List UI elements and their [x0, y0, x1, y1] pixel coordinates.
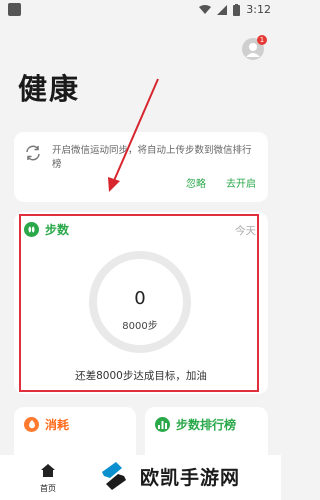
nav-home[interactable]: 首页	[28, 462, 68, 494]
rank-card-title: 步数排行榜	[176, 418, 237, 432]
avatar[interactable]: 1	[242, 35, 267, 60]
battery-icon	[233, 3, 241, 16]
page-title: 健康	[18, 72, 81, 106]
burn-card-header: 消耗	[24, 416, 69, 433]
ignore-button[interactable]: 忽略	[186, 175, 206, 190]
notification-badge: 1	[257, 35, 267, 45]
wechat-sync-card: 开启微信运动同步，将自动上传步数到微信排行榜 忽略 去开启	[14, 132, 268, 202]
home-icon	[41, 464, 55, 477]
signal-icon	[217, 4, 228, 15]
status-bar: 3:12	[0, 0, 281, 22]
watermark-text: 欧凯手游网	[140, 466, 241, 489]
leaderboard-icon	[155, 417, 170, 432]
watermark-logo	[102, 462, 126, 490]
flame-icon	[24, 417, 39, 432]
wifi-icon	[199, 4, 212, 14]
status-time: 3:12	[246, 3, 271, 16]
watermark: 欧凯手游网	[96, 452, 281, 500]
nav-home-label: 首页	[40, 484, 56, 493]
rank-card-header: 步数排行榜	[155, 416, 236, 433]
notification-app-icon	[8, 3, 21, 16]
burn-card-title: 消耗	[45, 418, 70, 432]
highlight-frame	[19, 214, 259, 392]
enable-sync-button[interactable]: 去开启	[226, 175, 256, 190]
sync-icon	[26, 145, 40, 161]
sync-description: 开启微信运动同步，将自动上传步数到微信排行榜	[52, 145, 252, 170]
